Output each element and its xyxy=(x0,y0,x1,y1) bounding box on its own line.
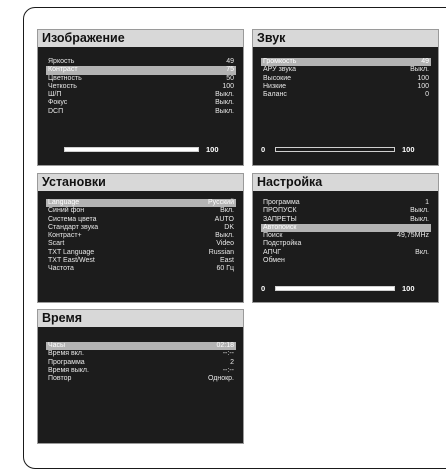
picture-menu-list: Яркость 49 Контраст 75 Цветность 50 Четкост… xyxy=(46,58,236,116)
menu-item-program[interactable]: Программа 1 xyxy=(261,199,431,207)
time-menu-list: Часы 02:18 Время вкл. --:-- Программа 2 Вре… xyxy=(46,342,236,383)
menu-item-brightness[interactable]: Яркость 49 xyxy=(46,58,236,66)
menu-item-skip[interactable]: ПРОПУСК Выкл. xyxy=(261,207,431,215)
tuning-progress-slider[interactable]: 0 100 xyxy=(261,284,430,294)
menu-item-auto-search[interactable]: Автопоиск xyxy=(261,223,431,233)
menu-item-off-time[interactable]: Время выкл. --:-- xyxy=(46,367,236,375)
sound-menu-list: Громкость 49 АРУ звука Выкл. Высокие 100 Ни… xyxy=(261,58,431,99)
picture-menu-title: Изображение xyxy=(38,30,243,47)
menu-item-parental-lock[interactable]: ЗАПРЕТЫ Выкл. xyxy=(261,216,431,224)
slider-fill xyxy=(276,287,394,290)
menu-item-treble[interactable]: Высокие 100 xyxy=(261,75,431,83)
menu-item-dcp[interactable]: DCП Выкл. xyxy=(46,108,236,116)
menu-item-exchange[interactable]: Обмен xyxy=(261,257,431,265)
slider-track xyxy=(275,147,395,152)
sound-menu-panel: Звук Громкость 49 АРУ звука Выкл. Высокие 1… xyxy=(252,29,439,166)
menu-item-sound-standard[interactable]: Стандарт звука DK xyxy=(46,224,236,232)
menu-item-color[interactable]: Цветность 50 xyxy=(46,75,236,83)
setup-menu-panel: Установки Language Русский Синий фон Вкл. … xyxy=(37,173,244,303)
slider-value: 100 xyxy=(206,145,219,154)
menu-item-focus[interactable]: Фокус Выкл. xyxy=(46,99,236,107)
sound-level-slider[interactable]: 0 100 xyxy=(261,145,430,155)
menu-item-agc[interactable]: АРУ звука Выкл. xyxy=(261,66,431,74)
slider-fill xyxy=(65,148,198,151)
tuning-menu-list: Программа 1 ПРОПУСК Выкл. ЗАПРЕТЫ Выкл. Авт… xyxy=(261,199,431,265)
menu-item-txt-east-west[interactable]: TXT East/West East xyxy=(46,257,236,265)
tuning-menu-title: Настройка xyxy=(253,174,438,191)
menu-item-repeat[interactable]: Повтор Однокр. xyxy=(46,375,236,383)
menu-item-contrast-plus[interactable]: Контраст+ Выкл. xyxy=(46,232,236,240)
menu-item-frequency[interactable]: Частота 60 Гц xyxy=(46,265,236,273)
menu-item-volume[interactable]: Громкость 49 xyxy=(261,58,431,67)
menu-item-afc[interactable]: АПЧГ Вкл. xyxy=(261,249,431,257)
sound-menu-title: Звук xyxy=(253,30,438,47)
menu-item-program[interactable]: Программа 2 xyxy=(46,359,236,367)
time-menu-panel: Время Часы 02:18 Время вкл. --:-- Программ… xyxy=(37,309,244,444)
slider-track xyxy=(275,286,395,291)
menu-item-txt-language[interactable]: TXT Language Russian xyxy=(46,249,236,257)
menu-item-fine-tune[interactable]: Подстройка xyxy=(261,240,431,248)
setup-menu-list: Language Русский Синий фон Вкл. Система цв… xyxy=(46,199,236,274)
menu-item-on-time[interactable]: Время вкл. --:-- xyxy=(46,350,236,358)
menu-item-blue-background[interactable]: Синий фон Вкл. xyxy=(46,207,236,215)
menu-item-bass[interactable]: Низкие 100 xyxy=(261,83,431,91)
setup-menu-title: Установки xyxy=(38,174,243,191)
menu-item-scart[interactable]: Scart Video xyxy=(46,240,236,248)
slider-value: 100 xyxy=(402,284,415,293)
menu-item-contrast[interactable]: Контраст 75 xyxy=(46,66,236,75)
time-menu-title: Время xyxy=(38,310,243,327)
picture-level-slider[interactable]: 100 xyxy=(64,145,235,155)
tuning-menu-panel: Настройка Программа 1 ПРОПУСК Выкл. ЗАПРЕТ… xyxy=(252,173,439,303)
slider-min-label: 0 xyxy=(261,145,266,154)
slider-value: 100 xyxy=(402,145,415,154)
menu-item-balance[interactable]: Баланс 0 xyxy=(261,91,431,99)
slider-min-label: 0 xyxy=(261,284,266,293)
menu-item-clock[interactable]: Часы 02:18 xyxy=(46,342,236,351)
menu-item-noise-reduction[interactable]: Ш/П Выкл. xyxy=(46,91,236,99)
slider-track xyxy=(64,147,199,152)
menu-item-color-system[interactable]: Система цвета AUTO xyxy=(46,216,236,224)
picture-menu-panel: Изображение Яркость 49 Контраст 75 Цветнос… xyxy=(37,29,244,166)
menu-item-sharpness[interactable]: Четкость 100 xyxy=(46,83,236,91)
